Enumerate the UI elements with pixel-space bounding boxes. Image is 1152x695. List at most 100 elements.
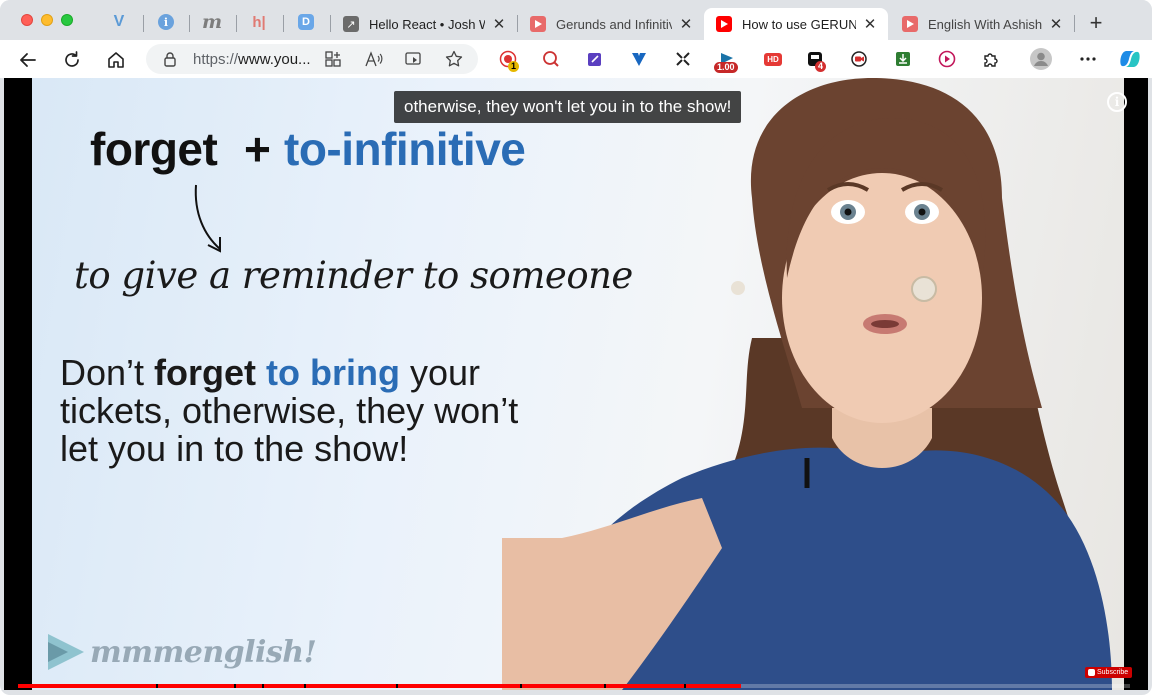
- shrink-extension-button[interactable]: [672, 48, 694, 70]
- address-bar[interactable]: https://www.you...: [146, 44, 478, 74]
- slide-heading-verb: forget: [90, 123, 218, 175]
- sentence-line-2: tickets, otherwise, they won’t: [60, 390, 519, 431]
- video-progress-bar[interactable]: [18, 684, 1130, 688]
- tab-separator: [189, 15, 190, 32]
- video-player[interactable]: forget + to-infinitive to give a reminde…: [4, 78, 1148, 690]
- slide-example-sentence: Don’t forget to bring your tickets, othe…: [60, 354, 518, 468]
- sentence-text: Don’t: [60, 352, 155, 393]
- pinned-tab-d[interactable]: D: [294, 10, 318, 34]
- tab-separator: [236, 15, 237, 32]
- lock-icon: [164, 52, 176, 67]
- favorite-star-icon[interactable]: [445, 50, 463, 68]
- sentence-text: your: [400, 352, 481, 393]
- plus-icon: +: [1089, 10, 1103, 35]
- copilot-button[interactable]: [1117, 48, 1143, 70]
- close-tab-icon[interactable]: ✕: [862, 16, 878, 33]
- tab-gerunds-infinitives[interactable]: Gerunds and Infinitiv ✕: [518, 8, 704, 40]
- vuetify-logo-icon: V: [113, 13, 125, 30]
- tab-separator: [283, 15, 284, 32]
- channel-logo-text: mmmenglish!: [90, 634, 317, 670]
- info-icon[interactable]: i: [1107, 92, 1127, 112]
- url-host: www.you...: [238, 51, 311, 68]
- info-page-icon: i: [158, 14, 174, 30]
- tabs-extension-button[interactable]: 4: [804, 48, 827, 72]
- pinned-tab-hashnode[interactable]: h|: [247, 10, 271, 34]
- channel-logo: mmmenglish!: [46, 632, 317, 672]
- new-tab-button[interactable]: +: [1084, 10, 1108, 35]
- record-badge: 1: [508, 61, 520, 72]
- sentence-infinitive: to bring: [256, 352, 401, 393]
- tab-strip: V i m h| D ↗ Hello React • Josh W ✕ Geru…: [0, 0, 1152, 40]
- home-button[interactable]: [103, 47, 129, 73]
- tab-hello-react[interactable]: ↗ Hello React • Josh W ✕: [331, 8, 517, 40]
- screen-recorder-extension-button[interactable]: [848, 48, 870, 70]
- magnifier-icon: [543, 51, 559, 67]
- download-extension-button[interactable]: [892, 48, 914, 70]
- hd-extension-button[interactable]: HD: [760, 48, 786, 70]
- back-button[interactable]: [15, 47, 41, 73]
- more-menu-button[interactable]: [1077, 48, 1099, 70]
- pinned-tab-medium[interactable]: m: [200, 10, 224, 34]
- browser-window: V i m h| D ↗ Hello React • Josh W ✕ Geru…: [0, 0, 1152, 695]
- tab-count-badge: 4: [815, 61, 827, 72]
- video-speed-extension-button[interactable]: 1.00: [714, 48, 738, 73]
- video-progress-played: [18, 684, 741, 688]
- youtube-icon: [902, 16, 918, 32]
- video-frame: forget + to-infinitive to give a reminde…: [32, 78, 1124, 690]
- browser-toolbar: https://www.you... 1 1.00 HD 4: [0, 40, 1152, 78]
- vuetify-extension-button[interactable]: [628, 48, 650, 70]
- close-tab-icon[interactable]: ✕: [1048, 16, 1064, 33]
- sentence-line-3: let you in to the show!: [60, 428, 409, 469]
- chapter-marker: [396, 684, 398, 688]
- tab-english-with-ashish[interactable]: English With Ashish - ✕: [890, 8, 1074, 40]
- close-tab-icon[interactable]: ✕: [678, 16, 694, 33]
- record-extension-button[interactable]: 1: [497, 48, 520, 72]
- slide-meaning: to give a reminder to someone: [74, 254, 633, 297]
- back-arrow-icon: [20, 53, 36, 67]
- subscribe-watermark[interactable]: Subscribe: [1085, 667, 1133, 678]
- close-window-button[interactable]: [21, 14, 33, 26]
- apps-grid-icon[interactable]: [325, 51, 341, 67]
- read-aloud-icon[interactable]: [365, 51, 383, 67]
- extensions-button[interactable]: [980, 48, 1002, 70]
- medium-m-icon: m: [201, 11, 223, 33]
- arrow-square-icon: ↗: [343, 16, 359, 32]
- chapter-marker: [304, 684, 306, 688]
- vuetify-icon: [632, 53, 646, 66]
- url-text: https://www.you...: [193, 51, 311, 68]
- slide-heading-form: to-infinitive: [284, 123, 526, 175]
- purple-pen-icon: [588, 53, 601, 66]
- download-box-icon: [896, 52, 910, 66]
- profile-button[interactable]: [1030, 48, 1052, 70]
- video-caption: otherwise, they won't let you in to the …: [394, 91, 742, 123]
- picture-in-picture-icon[interactable]: [405, 51, 423, 67]
- tab-separator: [1074, 15, 1075, 32]
- chapter-marker: [262, 684, 264, 688]
- pinned-tab-info[interactable]: i: [154, 10, 178, 34]
- chapter-marker: [684, 684, 686, 688]
- chapter-marker: [520, 684, 522, 688]
- minimize-window-button[interactable]: [41, 14, 53, 26]
- reload-button[interactable]: [59, 47, 85, 73]
- play-extension-button[interactable]: [936, 48, 958, 70]
- close-tab-icon[interactable]: ✕: [491, 16, 507, 33]
- tab-separator: [143, 15, 144, 32]
- collapse-arrows-icon: [676, 52, 690, 66]
- speed-badge: 1.00: [714, 62, 738, 73]
- d-logo-icon: D: [298, 14, 314, 30]
- ellipsis-icon: [1080, 57, 1096, 61]
- search-extension-button[interactable]: [540, 48, 562, 70]
- slide-heading-plus: +: [244, 123, 271, 175]
- hd-icon: HD: [764, 52, 782, 66]
- pinned-tab-vuetify[interactable]: V: [107, 10, 131, 34]
- avatar-icon: [1030, 48, 1052, 70]
- curved-arrow-icon: [194, 184, 221, 253]
- sentence-verb: forget: [154, 352, 257, 393]
- tab-title: How to use GERUNDS: [742, 16, 856, 32]
- tab-how-to-use-gerunds[interactable]: How to use GERUNDS ✕: [704, 8, 888, 40]
- hashnode-h-icon: h|: [252, 13, 266, 31]
- chapter-marker: [604, 684, 606, 688]
- home-icon: [108, 52, 124, 68]
- notes-extension-button[interactable]: [584, 48, 606, 70]
- fullscreen-window-button[interactable]: [61, 14, 73, 26]
